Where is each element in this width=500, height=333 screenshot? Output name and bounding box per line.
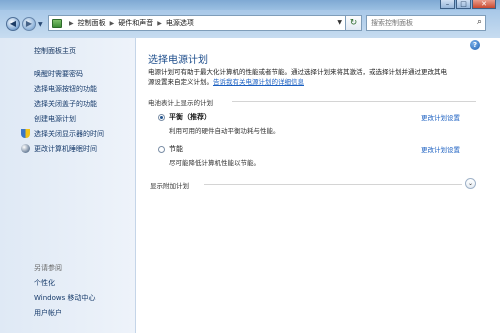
refresh-button[interactable]: ↻ [346,15,362,31]
forward-button[interactable]: ▶ [22,17,36,31]
breadcrumb-power-options[interactable]: 电源选项 [166,18,194,28]
see-also-mobility-center[interactable]: Windows 移动中心 [34,293,95,303]
plan-power-saver-radio[interactable] [158,146,165,153]
history-dropdown-icon[interactable]: ▼ [38,21,43,28]
control-panel-icon [52,18,62,28]
show-additional-plans[interactable]: 显示附加计划 [150,180,189,190]
refresh-icon: ↻ [349,18,358,28]
window-controls: – □ ✕ [440,0,496,9]
learn-more-link[interactable]: 告诉我有关电源计划的详细信息 [213,78,304,86]
page-title: 选择电源计划 [148,55,208,66]
chevron-right-icon[interactable]: ▶ [110,20,115,27]
sidebar-item-wake-password[interactable]: 唤醒时需要密码 [34,69,83,79]
help-icon[interactable]: ? [470,40,480,50]
search-box[interactable]: ⌕ [366,15,486,31]
see-also-user-accounts[interactable]: 用户帐户 [34,308,62,318]
page-description: 电源计划可有助于最大化计算机的性能或者节能。通过选择计划来将其激活，或选择计划并… [148,67,468,87]
title-bar: – □ ✕ [0,0,500,10]
expand-chevron-down-icon[interactable]: ⌄ [465,178,476,189]
chevron-right-icon[interactable]: ▶ [69,20,74,27]
see-also-heading: 另请参阅 [34,264,62,272]
address-toolbar: ◀ ▶ ▼ ▶ 控制面板 ▶ 硬件和声音 ▶ 电源选项 ▼ ↻ ⌕ [0,10,500,38]
section-divider [204,184,462,185]
change-plan-settings-power-saver[interactable]: 更改计划设置 [421,144,460,154]
battery-meter-section-title: 电池表计上显示的计划 [148,99,213,107]
maximize-button[interactable]: □ [456,0,471,9]
minimize-button[interactable]: – [440,0,455,9]
plan-balanced-name[interactable]: 平衡（推荐） [169,112,211,122]
sidebar-item-home[interactable]: 控制面板主页 [34,46,76,56]
sidebar-item-display-off[interactable]: 选择关闭显示器的时间 [34,129,104,139]
chevron-right-icon[interactable]: ▶ [157,20,162,27]
address-bar[interactable]: ▶ 控制面板 ▶ 硬件和声音 ▶ 电源选项 ▼ [48,15,346,31]
back-button[interactable]: ◀ [6,17,20,31]
task-pane [0,38,136,333]
sleep-moon-icon [21,144,30,153]
search-input[interactable] [367,16,471,30]
description-text: 源设置来自定义计划。 [148,78,213,86]
plan-balanced-desc: 利用可用的硬件自动平衡功耗与性能。 [169,127,280,135]
sidebar-item-sleep-time[interactable]: 更改计算机睡眠时间 [34,144,97,154]
section-divider [232,101,476,102]
address-dropdown-icon[interactable]: ▼ [337,19,342,26]
description-line: 电源计划可有助于最大化计算机的性能或者节能。通过选择计划来将其激活，或选择计划并… [148,68,447,76]
close-button[interactable]: ✕ [472,0,496,9]
see-also-personalization[interactable]: 个性化 [34,278,55,288]
sidebar-item-lid-close[interactable]: 选择关闭盖子的功能 [34,99,97,109]
sidebar-item-power-button[interactable]: 选择电源按钮的功能 [34,84,97,94]
plan-power-saver-name[interactable]: 节能 [169,144,183,154]
breadcrumb-hardware-sound[interactable]: 硬件和声音 [118,18,153,28]
shield-icon [21,129,30,138]
arrow-left-icon: ◀ [9,19,17,28]
arrow-right-icon: ▶ [25,19,33,28]
plan-power-saver-desc: 尽可能降低计算机性能以节能。 [169,159,260,167]
description-line: 源设置来自定义计划。告诉我有关电源计划的详细信息 [148,77,468,87]
breadcrumb-control-panel[interactable]: 控制面板 [78,18,106,28]
change-plan-settings-balanced[interactable]: 更改计划设置 [421,112,460,122]
plan-balanced-radio[interactable] [158,114,165,121]
sidebar-item-create-plan[interactable]: 创建电源计划 [34,114,76,124]
search-icon[interactable]: ⌕ [477,17,482,27]
